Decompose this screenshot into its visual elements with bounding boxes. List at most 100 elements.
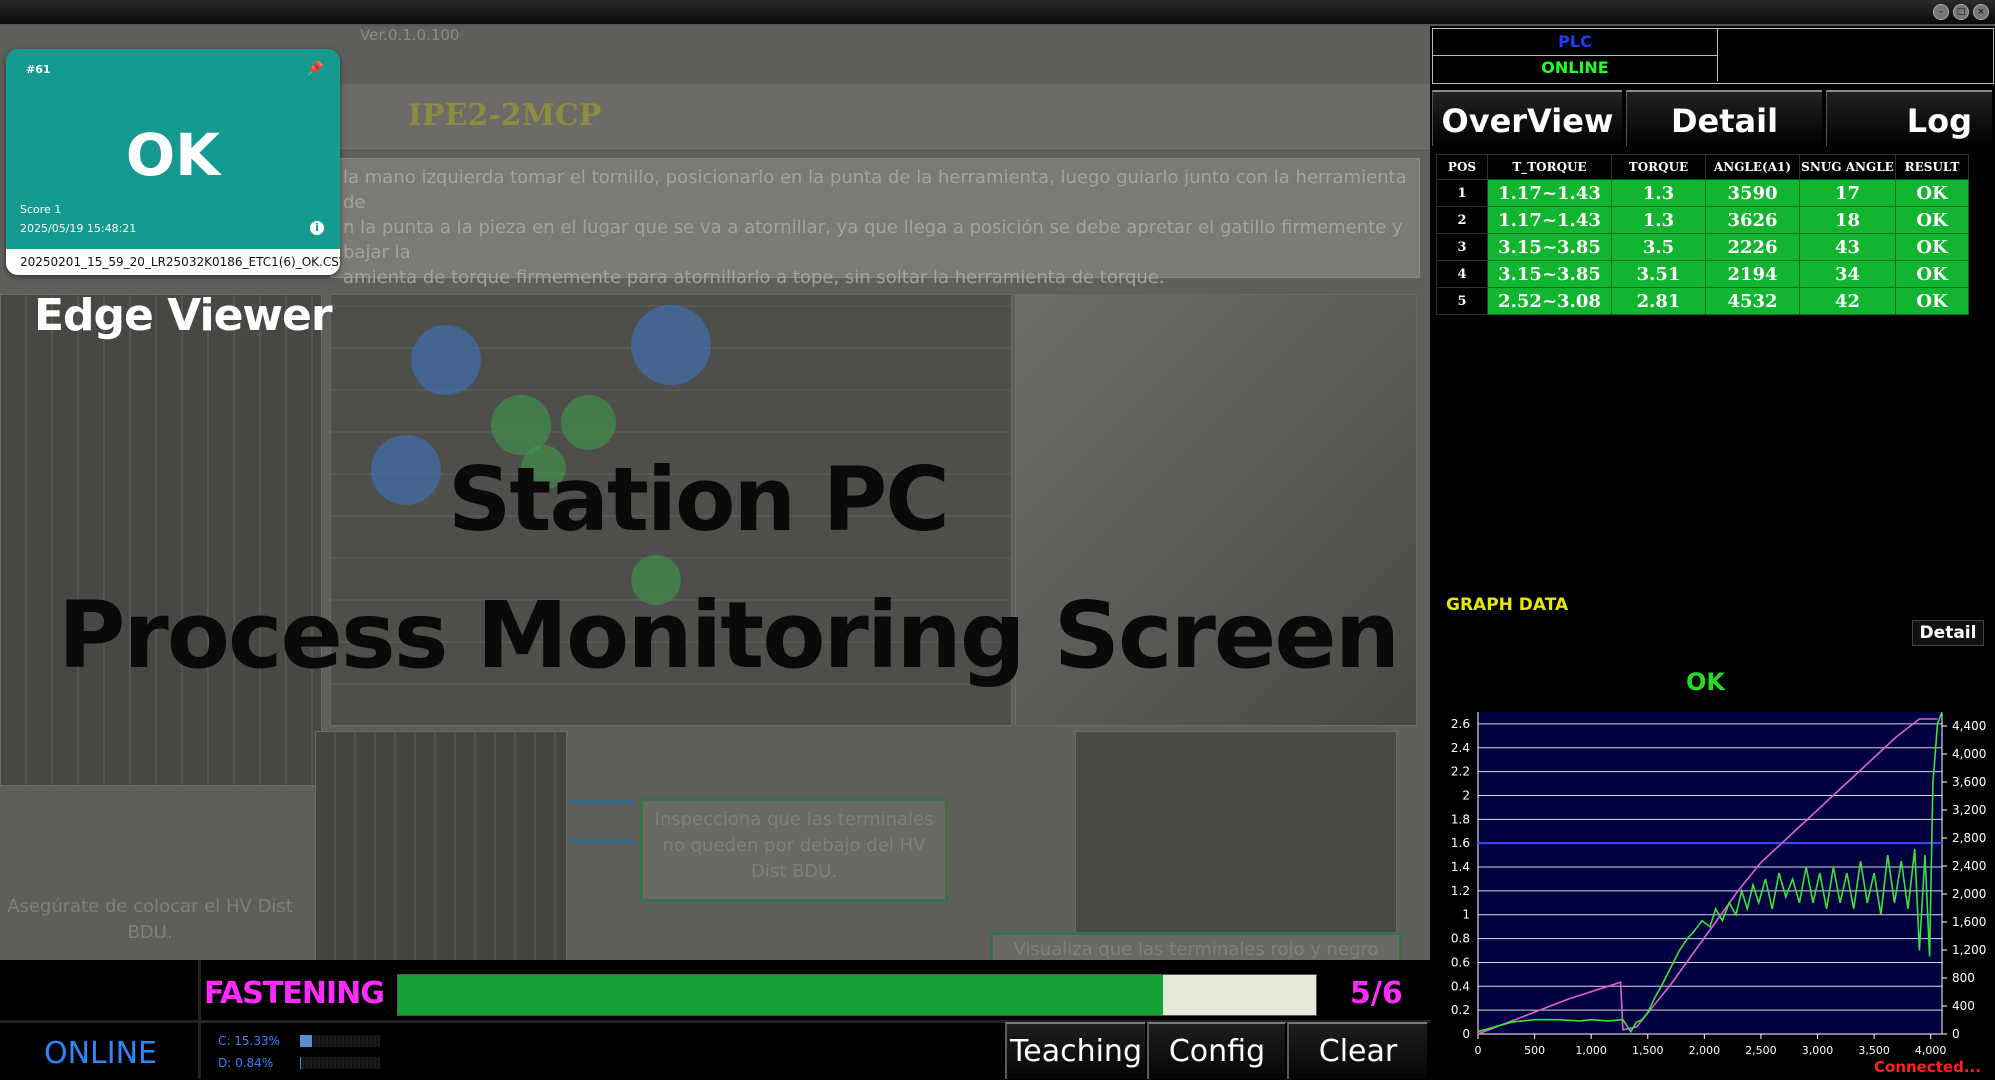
- y-right-tick-label: 1,600: [1952, 915, 1986, 929]
- table-cell: 2194: [1705, 260, 1800, 288]
- table-row[interactable]: 2 1.17~1.43 1.3 3626 18 OK: [1436, 206, 1969, 234]
- x-tick-label: 3,000: [1802, 1044, 1834, 1057]
- y-left-tick-label: 0.8: [1451, 932, 1470, 946]
- x-tick-label: 1,500: [1632, 1044, 1664, 1057]
- card-timestamp: 2025/05/19 15:48:21: [20, 222, 137, 235]
- connection-status: ONLINE: [44, 1036, 158, 1071]
- tab-overview[interactable]: OverView: [1432, 90, 1622, 146]
- table-cell: OK: [1895, 206, 1969, 234]
- note-place-hv: Asegúrate de colocar el HV Dist BDU.: [0, 888, 300, 960]
- x-tick-label: 0: [1475, 1044, 1482, 1057]
- edge-viewer-card[interactable]: #61 📌 OK Score 1 2025/05/19 15:48:21 i 2…: [6, 49, 340, 275]
- cpu-usage-fill: [300, 1035, 313, 1047]
- table-cell: 4: [1436, 260, 1488, 288]
- divider: [198, 960, 201, 1079]
- disk-usage-bar: [300, 1057, 380, 1069]
- close-button[interactable]: ×: [1973, 4, 1989, 20]
- table-row[interactable]: 1 1.17~1.43 1.3 3590 17 OK: [1436, 179, 1969, 207]
- y-right-tick-label: 4,000: [1952, 747, 1986, 761]
- table-cell: 18: [1799, 206, 1896, 234]
- graph-title: GRAPH DATA: [1446, 595, 1569, 615]
- arrow-icon: [570, 800, 635, 804]
- table-header-row: POS T_TORQUE TORQUE ANGLE(A1) SNUG ANGLE…: [1436, 154, 1969, 180]
- table-cell: 1.3: [1611, 206, 1706, 234]
- process-mode-label: FASTENING: [204, 976, 385, 1011]
- screw-marker: [631, 305, 711, 385]
- tab-log[interactable]: Log: [1826, 90, 1992, 146]
- table-cell: 42: [1799, 287, 1896, 315]
- view-tabs: OverView Detail Log: [1432, 90, 1992, 146]
- y-right-tick-label: 800: [1952, 971, 1975, 985]
- version-label: Ver.0.1.0.100: [360, 26, 460, 44]
- table-cell: 3.51: [1611, 260, 1706, 288]
- card-score: Score 1: [20, 203, 62, 216]
- cpu-usage: C: 15.33%: [218, 1034, 280, 1048]
- cpu-usage-bar: [300, 1035, 380, 1047]
- x-tick-label: 1,000: [1575, 1044, 1607, 1057]
- result-table: POS T_TORQUE TORQUE ANGLE(A1) SNUG ANGLE…: [1436, 154, 1969, 315]
- pin-icon[interactable]: 📌: [307, 61, 324, 77]
- card-status: OK: [125, 121, 221, 189]
- tab-detail[interactable]: Detail: [1626, 90, 1822, 146]
- x-tick-label: 500: [1524, 1044, 1545, 1057]
- y-left-tick-label: 2.6: [1451, 717, 1470, 731]
- window-title-bar: – □ ×: [0, 0, 1995, 26]
- table-cell: 2: [1436, 206, 1488, 234]
- table-cell: 43: [1799, 233, 1896, 261]
- table-cell: OK: [1895, 233, 1969, 261]
- edge-viewer-title: Edge Viewer: [34, 290, 333, 341]
- config-button[interactable]: Config: [1147, 1022, 1285, 1079]
- table-cell: 1.17~1.43: [1487, 206, 1612, 234]
- table-cell: 34: [1799, 260, 1896, 288]
- y-left-tick-label: 0.6: [1451, 955, 1470, 969]
- clear-button[interactable]: Clear: [1287, 1022, 1427, 1079]
- table-cell: 4532: [1705, 287, 1800, 315]
- minimize-button[interactable]: –: [1933, 4, 1949, 20]
- table-row[interactable]: 4 3.15~3.85 3.51 2194 34 OK: [1436, 260, 1969, 288]
- maximize-button[interactable]: □: [1953, 4, 1969, 20]
- y-left-tick-label: 0.2: [1451, 1003, 1470, 1017]
- torque-angle-chart: 0 0.2 0.4 0.6 0.8 1 1.2 1.4 1.6 1.8 2 2.2 2.4 2.6 0 400…: [1451, 711, 1986, 1057]
- table-cell: OK: [1895, 287, 1969, 315]
- y-right-tick-label: 400: [1952, 999, 1975, 1013]
- instruction-line: amienta de torque firmemente para atorni…: [343, 267, 1165, 288]
- info-icon[interactable]: i: [310, 221, 324, 235]
- instruction-photo: [315, 731, 567, 960]
- window-controls: – □ ×: [1933, 4, 1989, 20]
- y-left-tick-label: 1.2: [1451, 884, 1470, 898]
- overlay-title-line2: Process Monitoring Screen: [58, 582, 1400, 689]
- y-left-tick-label: 1.4: [1451, 860, 1470, 874]
- process-progress-bar: [397, 974, 1317, 1016]
- screw-marker: [371, 435, 441, 505]
- table-cell: 1: [1436, 179, 1488, 207]
- table-cell: 3.15~3.85: [1487, 233, 1612, 261]
- arrow-icon: [570, 840, 635, 844]
- table-cell: 2.81: [1611, 287, 1706, 315]
- disk-usage: D: 0.84%: [218, 1056, 274, 1070]
- instruction-photo: [0, 294, 322, 786]
- x-tick-label: 4,000: [1915, 1044, 1947, 1057]
- table-row[interactable]: 5 2.52~3.08 2.81 4532 42 OK: [1436, 287, 1969, 315]
- y-left-tick-label: 2: [1462, 788, 1470, 802]
- note-terminal-order: Visualiza que las terminales rojo y negr…: [990, 932, 1402, 960]
- graph-detail-button[interactable]: Detail: [1912, 620, 1984, 646]
- instruction-line: n la punta a la pieza en el lugar que se…: [343, 217, 1403, 263]
- y-right-tick-label: 2,400: [1952, 859, 1986, 873]
- note-terminals-check: Inspecciona que las terminales no queden…: [640, 798, 948, 902]
- x-tick-label: 2,500: [1745, 1044, 1777, 1057]
- table-row[interactable]: 3 3.15~3.85 3.5 2226 43 OK: [1436, 233, 1969, 261]
- instruction-line: la mano izquierda tomar el tornillo, pos…: [343, 167, 1407, 213]
- table-cell: 1.3: [1611, 179, 1706, 207]
- column-header: POS: [1436, 154, 1488, 180]
- table-cell: OK: [1895, 179, 1969, 207]
- column-header: ANGLE(A1): [1705, 154, 1800, 180]
- table-cell: 5: [1436, 287, 1488, 315]
- card-index: #61: [26, 63, 51, 76]
- table-cell: 1.17~1.43: [1487, 179, 1612, 207]
- disk-usage-fill: [300, 1057, 301, 1069]
- progress-fill: [398, 975, 1163, 1015]
- table-cell: 3: [1436, 233, 1488, 261]
- teaching-button[interactable]: Teaching: [1005, 1022, 1145, 1079]
- y-right-tick-label: 3,200: [1952, 803, 1986, 817]
- y-right-tick-label: 2,000: [1952, 887, 1986, 901]
